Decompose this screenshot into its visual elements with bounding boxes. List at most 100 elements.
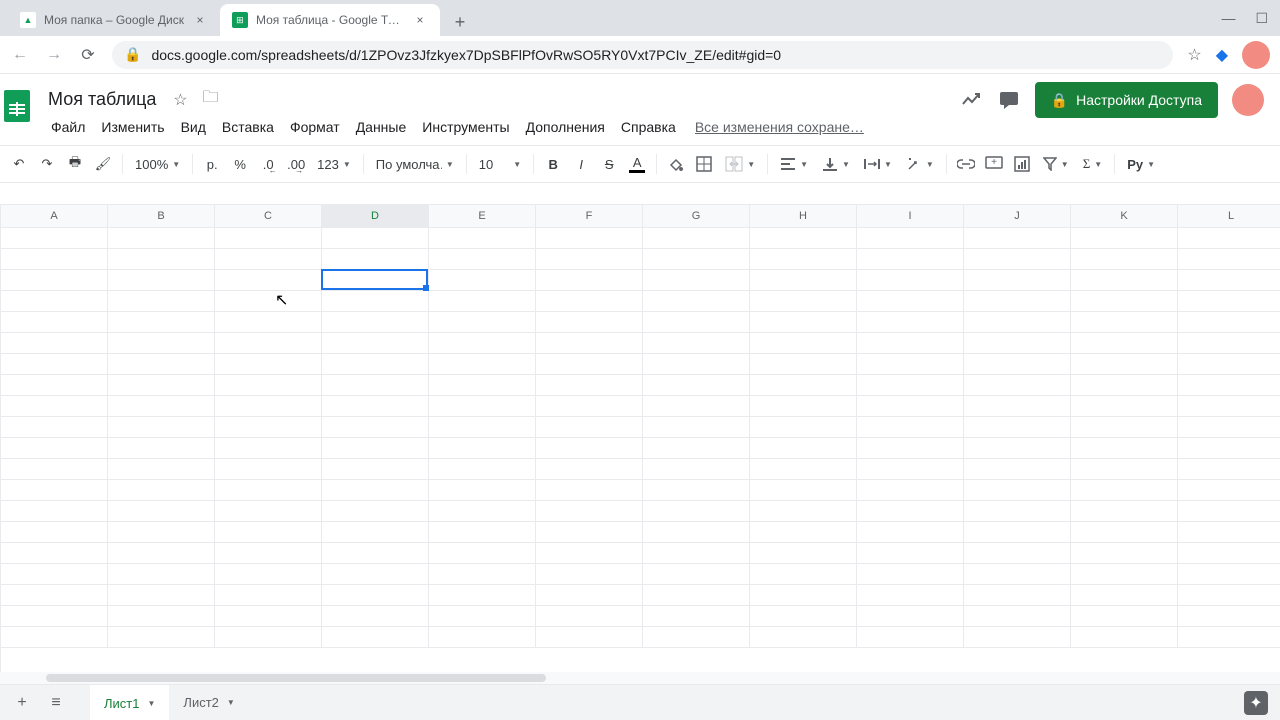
cell[interactable]	[1178, 249, 1280, 269]
cell[interactable]	[964, 501, 1071, 521]
cell[interactable]	[536, 291, 643, 311]
cell[interactable]	[750, 249, 857, 269]
cell[interactable]	[322, 627, 429, 647]
cell[interactable]	[322, 396, 429, 416]
column-header[interactable]: L	[1178, 205, 1280, 227]
cell[interactable]	[322, 564, 429, 584]
cell[interactable]	[857, 417, 964, 437]
cell[interactable]	[1178, 417, 1280, 437]
cell[interactable]	[643, 501, 750, 521]
cell[interactable]	[643, 417, 750, 437]
cell[interactable]	[964, 606, 1071, 626]
currency-button[interactable]: р.	[199, 151, 225, 177]
cell[interactable]	[1178, 354, 1280, 374]
cell[interactable]	[215, 228, 322, 248]
cell[interactable]	[1071, 564, 1178, 584]
cell[interactable]	[215, 606, 322, 626]
cell[interactable]	[964, 228, 1071, 248]
cell[interactable]	[215, 459, 322, 479]
percent-button[interactable]: %	[227, 151, 253, 177]
cell[interactable]	[536, 501, 643, 521]
borders-button[interactable]	[691, 151, 717, 177]
cell[interactable]	[1, 228, 108, 248]
cell[interactable]	[750, 522, 857, 542]
cell[interactable]	[429, 480, 536, 500]
cell[interactable]	[1071, 522, 1178, 542]
account-avatar[interactable]	[1232, 84, 1264, 116]
cell[interactable]	[108, 312, 215, 332]
cell[interactable]	[429, 564, 536, 584]
add-sheet-button[interactable]: +	[12, 694, 32, 712]
cell[interactable]	[1071, 627, 1178, 647]
cell[interactable]	[750, 396, 857, 416]
decrease-decimal-button[interactable]: .0←	[255, 151, 281, 177]
cell[interactable]	[1, 438, 108, 458]
cell[interactable]	[322, 375, 429, 395]
column-header[interactable]: D	[322, 205, 429, 227]
url-input[interactable]: 🔒 docs.google.com/spreadsheets/d/1ZPOvz3…	[112, 41, 1173, 69]
cell[interactable]	[536, 270, 643, 290]
cell[interactable]	[108, 606, 215, 626]
cell[interactable]	[857, 543, 964, 563]
cell[interactable]	[215, 333, 322, 353]
cell[interactable]	[215, 396, 322, 416]
maximize-icon[interactable]: ☐	[1255, 10, 1268, 27]
cell[interactable]	[643, 312, 750, 332]
cell[interactable]	[536, 312, 643, 332]
cell[interactable]	[1071, 354, 1178, 374]
cell[interactable]	[643, 480, 750, 500]
cell[interactable]	[1178, 438, 1280, 458]
cell[interactable]	[857, 354, 964, 374]
cell[interactable]	[322, 480, 429, 500]
cell[interactable]	[215, 375, 322, 395]
cell[interactable]	[964, 375, 1071, 395]
cell[interactable]	[857, 480, 964, 500]
cell[interactable]	[1178, 480, 1280, 500]
cell[interactable]	[1071, 396, 1178, 416]
cell[interactable]	[536, 459, 643, 479]
cell[interactable]	[108, 228, 215, 248]
cell[interactable]	[429, 249, 536, 269]
cell[interactable]	[1178, 375, 1280, 395]
cell[interactable]	[536, 522, 643, 542]
cell[interactable]	[536, 396, 643, 416]
cell[interactable]	[1, 564, 108, 584]
cell[interactable]	[857, 585, 964, 605]
cell[interactable]	[108, 291, 215, 311]
cell[interactable]	[1178, 606, 1280, 626]
cell[interactable]	[1, 249, 108, 269]
menu-help[interactable]: Справка	[614, 115, 683, 139]
cell[interactable]	[1178, 627, 1280, 647]
v-align-button[interactable]: ▼	[816, 151, 856, 177]
cell[interactable]	[215, 438, 322, 458]
cell[interactable]	[750, 291, 857, 311]
cell[interactable]	[1178, 501, 1280, 521]
back-button[interactable]: ←	[10, 45, 30, 65]
cell[interactable]	[643, 585, 750, 605]
menu-addons[interactable]: Дополнения	[519, 115, 612, 139]
cell[interactable]	[108, 564, 215, 584]
cell[interactable]	[1, 543, 108, 563]
all-sheets-button[interactable]: ≡	[46, 694, 66, 712]
cell[interactable]	[750, 627, 857, 647]
cell[interactable]	[429, 522, 536, 542]
comments-icon[interactable]	[997, 88, 1021, 112]
column-header[interactable]: I	[857, 205, 964, 227]
cell[interactable]	[857, 249, 964, 269]
column-header[interactable]: G	[643, 205, 750, 227]
cell[interactable]	[1, 375, 108, 395]
cell[interactable]	[1071, 375, 1178, 395]
cell[interactable]	[1178, 522, 1280, 542]
cell[interactable]	[536, 564, 643, 584]
cell[interactable]	[1, 522, 108, 542]
cell[interactable]	[536, 438, 643, 458]
cell[interactable]	[750, 564, 857, 584]
cell[interactable]	[215, 417, 322, 437]
cell[interactable]	[964, 438, 1071, 458]
cell[interactable]	[322, 501, 429, 521]
cell[interactable]	[750, 480, 857, 500]
cell[interactable]	[1, 354, 108, 374]
cell[interactable]	[322, 585, 429, 605]
cell[interactable]	[857, 606, 964, 626]
cell[interactable]	[1071, 438, 1178, 458]
